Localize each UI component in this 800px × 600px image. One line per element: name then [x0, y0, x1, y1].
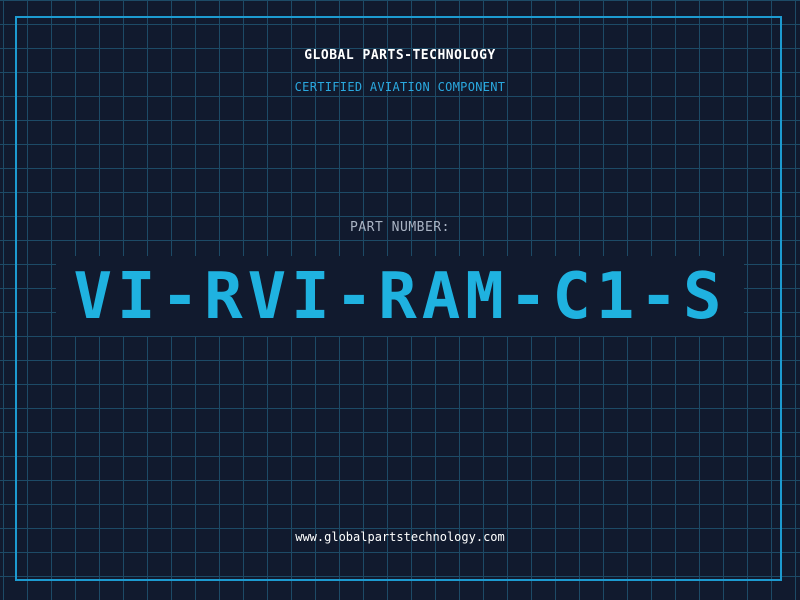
certification-subtitle: CERTIFIED AVIATION COMPONENT — [294, 80, 506, 94]
part-number-label: PART NUMBER: — [350, 220, 450, 235]
part-number-value: VI-RVI-RAM-C1-S — [73, 260, 727, 334]
certificate-card: GLOBAL PARTS-TECHNOLOGY CERTIFIED AVIATI… — [0, 0, 800, 600]
company-name: GLOBAL PARTS-TECHNOLOGY — [304, 48, 496, 63]
website-url: www.globalpartstechnology.com — [295, 530, 505, 544]
